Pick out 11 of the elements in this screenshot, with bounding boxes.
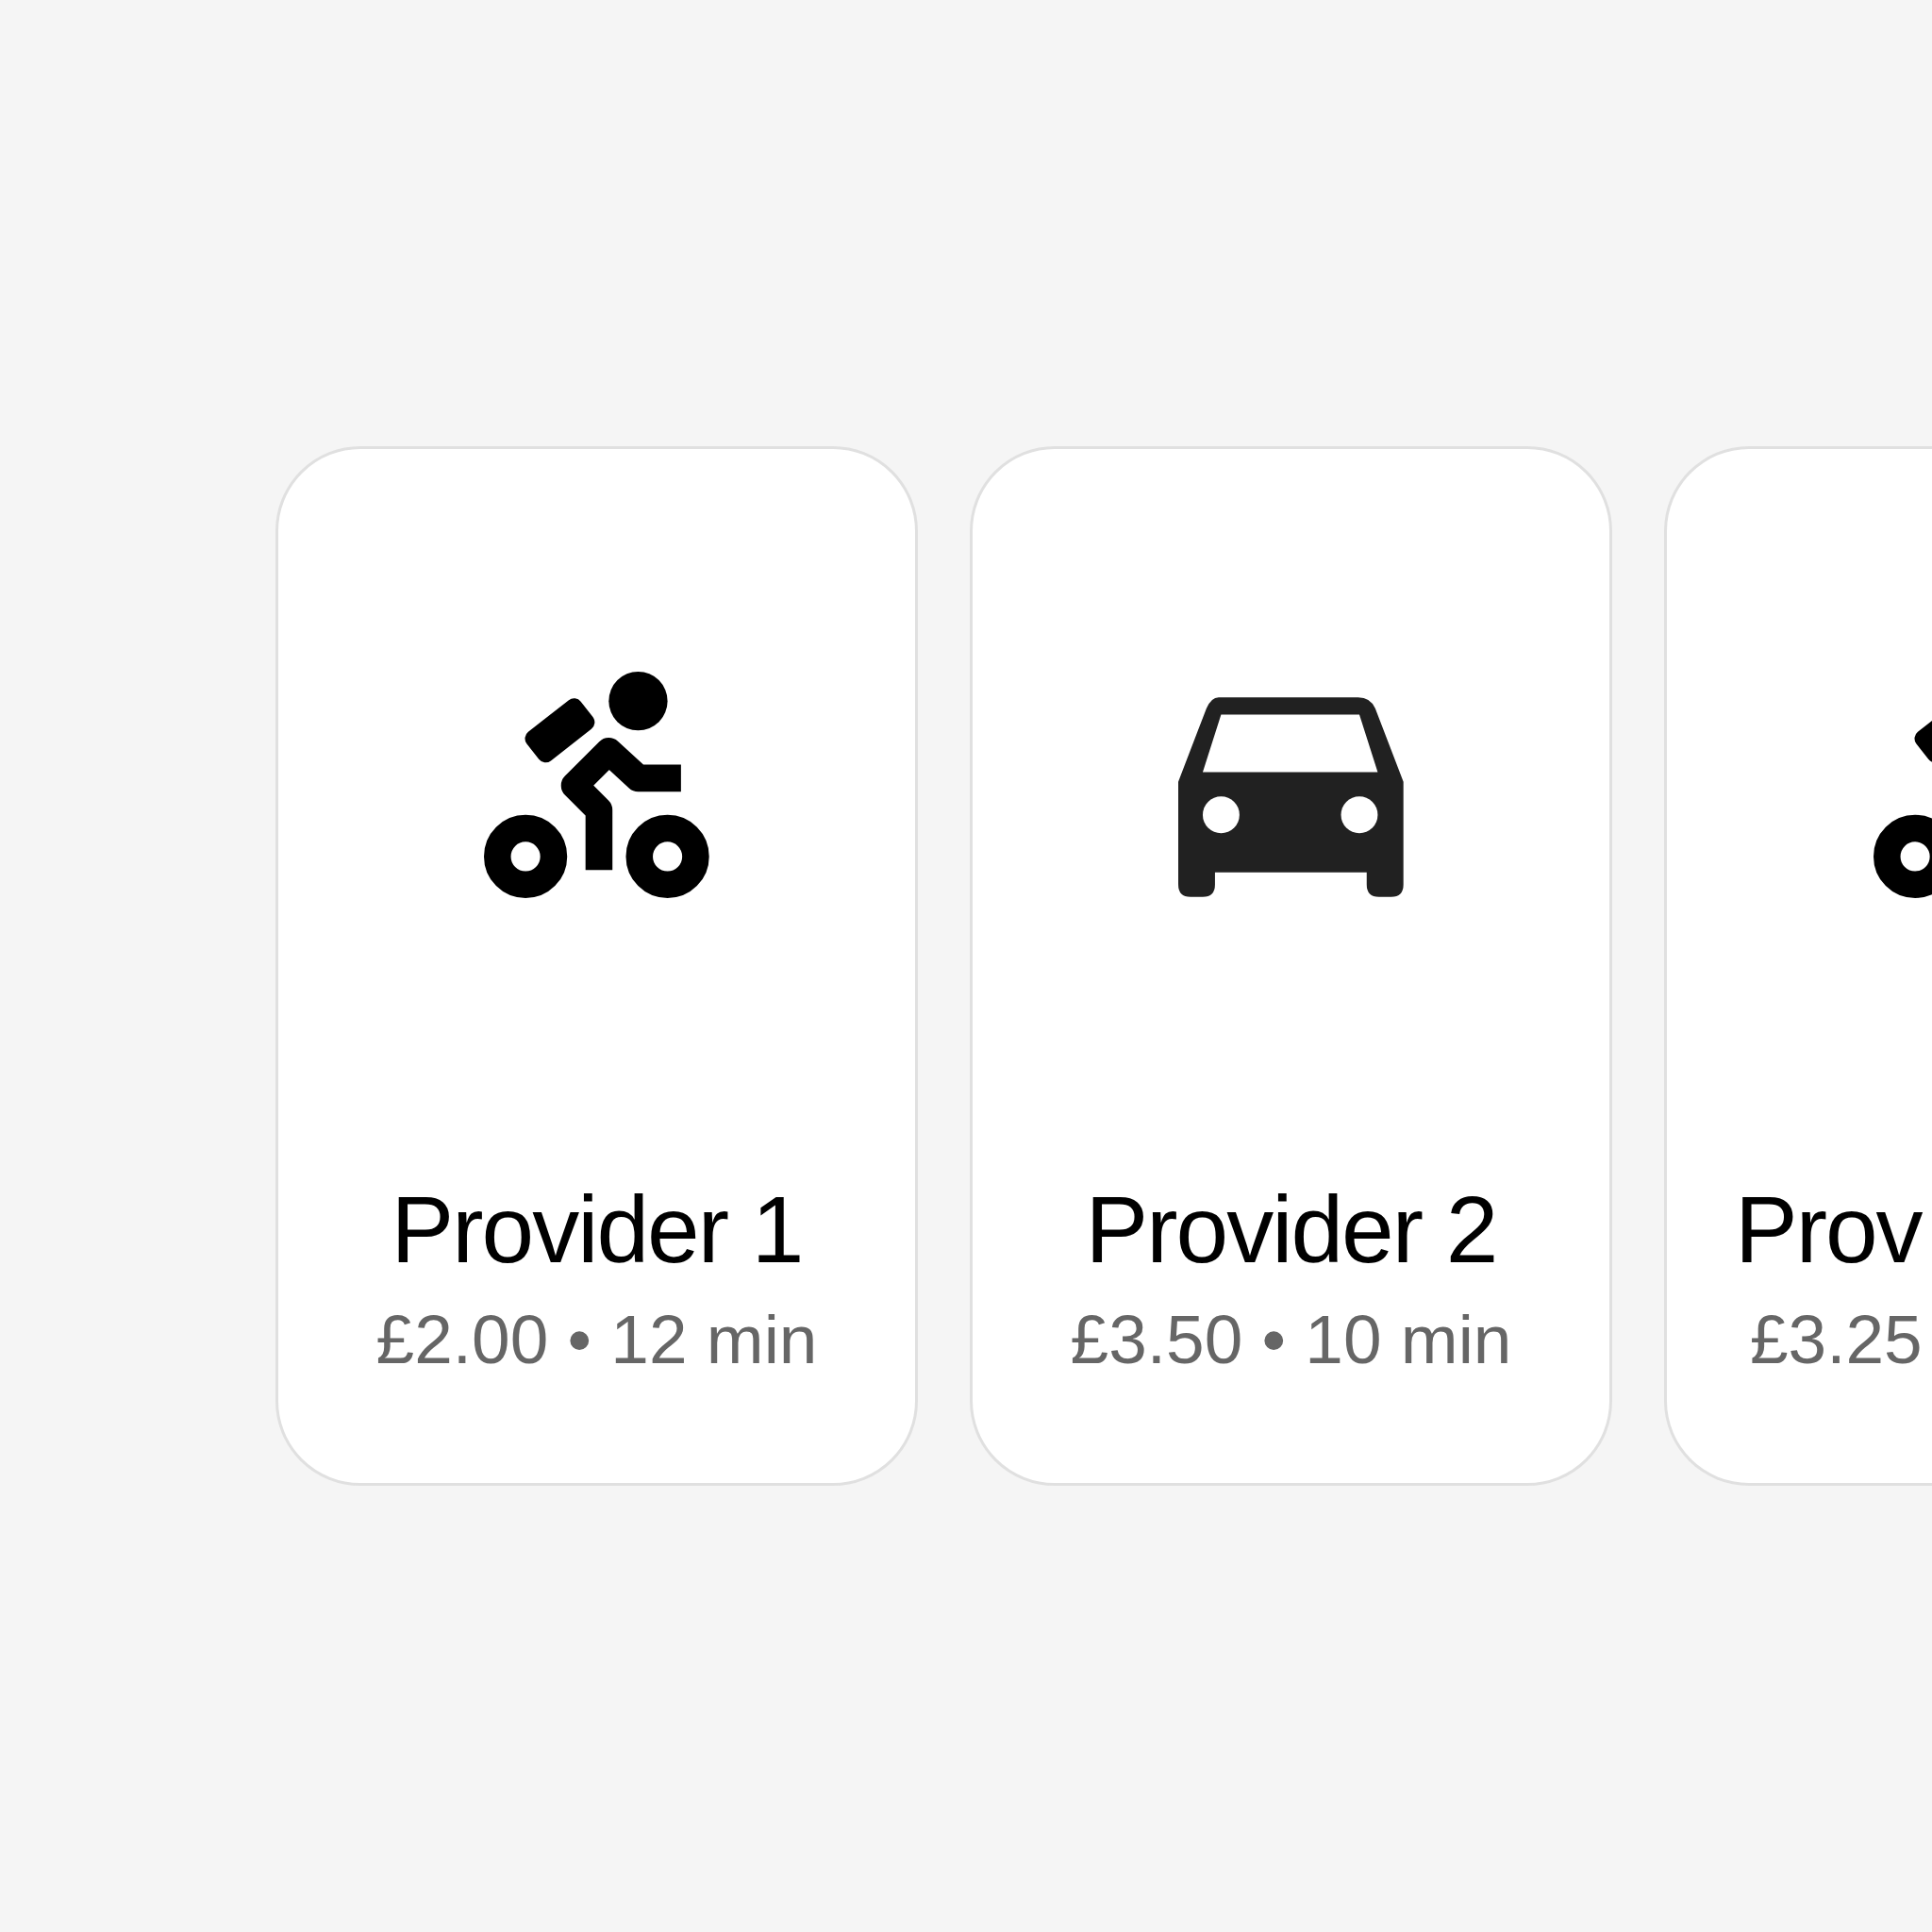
price-and-time: £3.50 • 10 min bbox=[1070, 1302, 1512, 1378]
cyclist-icon bbox=[483, 672, 710, 898]
provider-name: Provider 2 bbox=[1085, 1177, 1497, 1281]
price-and-time: £3.25 bbox=[1750, 1302, 1923, 1378]
car-icon bbox=[1177, 696, 1405, 898]
price-and-time: £2.00 • 12 min bbox=[375, 1302, 818, 1378]
provider-card[interactable]: Prov £3.25 bbox=[1664, 446, 1932, 1486]
provider-card[interactable]: Provider 2 £3.50 • 10 min bbox=[970, 446, 1612, 1486]
provider-name: Prov bbox=[1735, 1177, 1922, 1281]
provider-card[interactable]: Provider 1 £2.00 • 12 min bbox=[275, 446, 918, 1486]
provider-name: Provider 1 bbox=[391, 1177, 803, 1281]
